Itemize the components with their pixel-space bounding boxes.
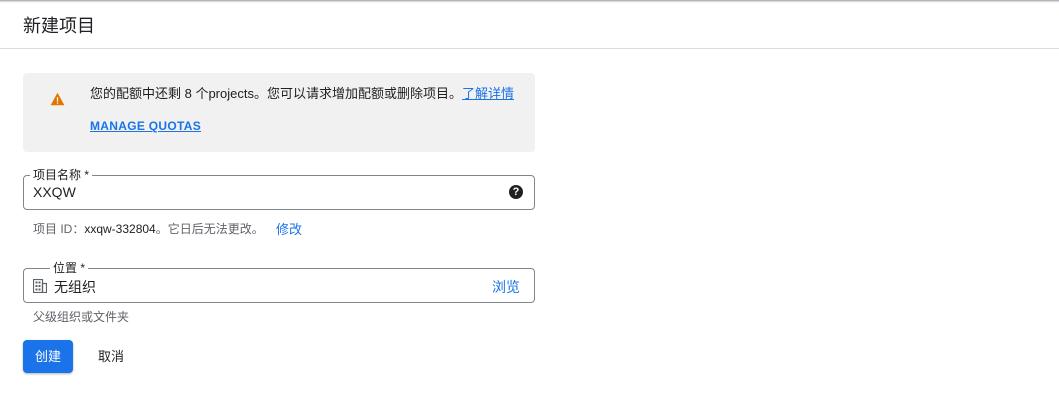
- project-id-prefix: 项目 ID：: [33, 222, 85, 236]
- project-id-suffix: 。它日后无法更改。: [155, 222, 264, 236]
- top-shadow: [0, 0, 1059, 3]
- project-name-label: 项目名称 *: [30, 167, 93, 183]
- create-button[interactable]: 创建: [23, 340, 73, 373]
- location-hint: 父级组织或文件夹: [33, 310, 130, 324]
- header-divider: [0, 48, 1059, 49]
- project-name-input[interactable]: XXQW: [33, 184, 76, 200]
- location-value: 无组织: [54, 279, 96, 295]
- quota-message: 您的配额中还剩 8 个projects。您可以请求增加配额或删除项目。: [90, 86, 462, 101]
- page-title: 新建项目: [23, 16, 95, 36]
- location-label: 位置 *: [50, 260, 89, 276]
- quota-notice: 您的配额中还剩 8 个projects。您可以请求增加配额或删除项目。了解详情 …: [23, 73, 535, 152]
- cancel-button[interactable]: 取消: [86, 340, 136, 373]
- project-name-field[interactable]: 项目名称 * XXQW ?: [23, 167, 535, 210]
- browse-button[interactable]: 浏览: [492, 277, 520, 297]
- location-field[interactable]: 位置 * 无组织 浏览: [23, 260, 535, 303]
- project-id-value: xxqw-332804: [84, 222, 156, 236]
- quota-notice-text: 您的配额中还剩 8 个projects。您可以请求增加配额或删除项目。了解详情: [90, 83, 514, 102]
- help-icon[interactable]: ?: [509, 185, 523, 199]
- edit-project-id-link[interactable]: 修改: [276, 219, 302, 238]
- organization-icon: [33, 279, 47, 293]
- manage-quotas-link[interactable]: MANAGE QUOTAS: [90, 119, 201, 133]
- project-id-hint: 项目 ID：xxqw-332804。它日后无法更改。: [33, 220, 264, 237]
- warning-icon: [50, 92, 65, 106]
- learn-more-link[interactable]: 了解详情: [462, 86, 514, 101]
